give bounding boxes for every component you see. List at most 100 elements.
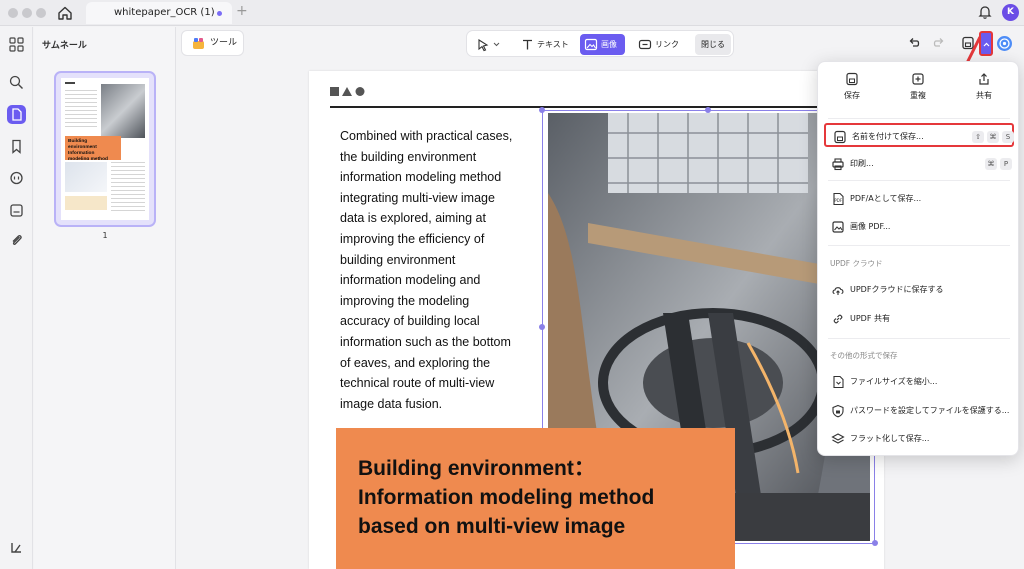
duplicate-icon [912, 73, 924, 85]
save-icon [846, 72, 858, 86]
avatar[interactable]: K [1002, 4, 1019, 21]
save-as-icon [834, 130, 846, 144]
menu-quick-actions: 保存 重複 共有 [818, 62, 1020, 117]
link-icon [833, 314, 843, 324]
resize-handle-top[interactable] [705, 107, 711, 113]
form-icon[interactable] [7, 201, 26, 220]
resize-handle-bottom-right[interactable] [872, 540, 878, 546]
menu-share-label: 共有 [976, 91, 992, 100]
text-tool-button[interactable]: テキスト [519, 34, 571, 55]
resize-handle-top-left[interactable] [539, 107, 545, 113]
title-bar: whitepaper_OCR (1) + K [0, 0, 1024, 26]
image-tool-button[interactable]: 画像 [580, 34, 625, 55]
menu-updf-share[interactable]: UPDF 共有 [824, 307, 1014, 331]
menu-save-label: 保存 [844, 91, 860, 100]
share-icon [979, 73, 989, 85]
link-tool-label: リンク [655, 40, 679, 49]
menu-save-as[interactable]: 名前を付けて保存... ⇧ ⌘ S [824, 123, 1014, 147]
menu-divider [828, 180, 1010, 181]
updf-logo-icon[interactable] [7, 539, 26, 558]
menu-divider [828, 245, 1010, 246]
text-icon [523, 39, 532, 50]
attachment-icon[interactable] [7, 231, 26, 250]
link-tool-button[interactable]: リンク [635, 34, 685, 55]
menu-save-to-cloud-label: UPDFクラウドに保存する [850, 285, 944, 294]
cloud-section-header: UPDF クラウド [830, 259, 883, 268]
thumbnail-panel-title: サムネール [42, 41, 87, 51]
layers-icon [831, 433, 845, 444]
text-tool-label: テキスト [537, 40, 569, 49]
tools-button-label: ツール [210, 38, 238, 48]
menu-password-protect-label: パスワードを設定してファイルを保護する... [850, 406, 1010, 415]
unsaved-dot [217, 11, 222, 16]
home-icon[interactable] [56, 4, 74, 22]
left-icon-rail [0, 27, 33, 569]
menu-print[interactable]: 印刷... ⌘ P [824, 152, 1014, 176]
shortcut-s-key: S [1002, 131, 1014, 143]
menu-print-label: 印刷... [850, 159, 874, 168]
thumbnail-page-number: 1 [102, 231, 108, 240]
shield-lock-icon [832, 404, 844, 418]
document-tab[interactable]: whitepaper_OCR (1) [86, 2, 232, 24]
close-edit-button[interactable]: 閉じる [695, 34, 731, 55]
menu-duplicate-button[interactable]: 重複 [888, 72, 948, 101]
menu-image-pdf-label: 画像 PDF... [850, 222, 891, 231]
tools-button[interactable]: ツール [181, 30, 244, 56]
edit-toolbar: テキスト 画像 リンク 閉じる [466, 30, 734, 57]
menu-divider [828, 118, 1010, 119]
compress-icon [833, 375, 844, 389]
thumbnail-title: Building environment Information modelin… [68, 139, 108, 160]
menu-save-pdfa-label: PDF/Aとして保存... [850, 194, 922, 203]
menu-save-as-label: 名前を付けて保存... [852, 132, 924, 141]
select-tool-button[interactable] [473, 34, 503, 55]
bell-icon[interactable] [977, 4, 993, 20]
menu-save-button[interactable]: 保存 [822, 72, 882, 101]
page-icon[interactable] [7, 105, 26, 124]
image-pdf-icon [832, 221, 844, 233]
printer-icon [832, 158, 844, 171]
menu-image-pdf[interactable]: 画像 PDF... [824, 215, 1014, 239]
menu-duplicate-label: 重複 [910, 91, 926, 100]
title-banner: Building environment： Information modeli… [336, 428, 735, 569]
menu-password-protect[interactable]: パスワードを設定してファイルを保護する... [824, 399, 1014, 423]
toolbox-icon [193, 38, 204, 49]
banner-title: Building environment： Information modeli… [358, 457, 655, 538]
window-close-button[interactable] [8, 8, 18, 18]
window-zoom-button[interactable] [36, 8, 46, 18]
window-minimize-button[interactable] [22, 8, 32, 18]
resize-handle-left[interactable] [539, 324, 545, 330]
menu-reduce-size-label: ファイルサイズを縮小... [850, 377, 938, 386]
ai-assistant-icon[interactable] [996, 35, 1013, 52]
document-logo-icon [330, 87, 365, 96]
shortcut-cmd-key: ⌘ [985, 158, 997, 170]
shortcut-p-key: P [1000, 158, 1012, 170]
menu-updf-share-label: UPDF 共有 [850, 314, 890, 323]
comment-icon[interactable] [7, 169, 26, 188]
svg-text:PDF: PDF [834, 198, 842, 203]
menu-flatten-save-label: フラット化して保存... [850, 434, 930, 443]
menu-reduce-size[interactable]: ファイルサイズを縮小... [824, 370, 1014, 394]
shortcut-cmd-key: ⌘ [987, 131, 999, 143]
save-dropdown-menu: 保存 重複 共有 名前を付けて保存... ⇧ ⌘ S 印刷... ⌘ P PDF… [817, 61, 1019, 456]
menu-save-to-cloud[interactable]: UPDFクラウドに保存する [824, 278, 1014, 302]
chevron-down-icon [493, 42, 500, 47]
bookmark-icon[interactable] [7, 137, 26, 156]
document-tab-title: whitepaper_OCR (1) [114, 7, 215, 18]
menu-flatten-save[interactable]: フラット化して保存... [824, 427, 1014, 451]
page-thumbnail[interactable]: Building environment Information modelin… [54, 71, 156, 227]
new-tab-button[interactable]: + [236, 3, 248, 19]
header-rule [330, 106, 860, 108]
menu-divider [828, 338, 1010, 339]
shortcut-shift-key: ⇧ [972, 131, 984, 143]
thumbnail-panel: サムネール Building environment Information m… [34, 27, 176, 569]
menu-share-button[interactable]: 共有 [954, 72, 1014, 101]
image-tool-label: 画像 [601, 40, 617, 49]
menu-save-pdfa[interactable]: PDF PDF/Aとして保存... [824, 187, 1014, 211]
cloud-upload-icon [832, 287, 844, 295]
link-icon [638, 39, 652, 50]
image-icon [584, 38, 598, 51]
thumbnail-preview: Building environment Information modelin… [61, 78, 149, 220]
grid-icon[interactable] [7, 35, 26, 54]
search-icon[interactable] [7, 73, 26, 92]
body-paragraph: Combined with practical cases, the build… [340, 129, 513, 411]
